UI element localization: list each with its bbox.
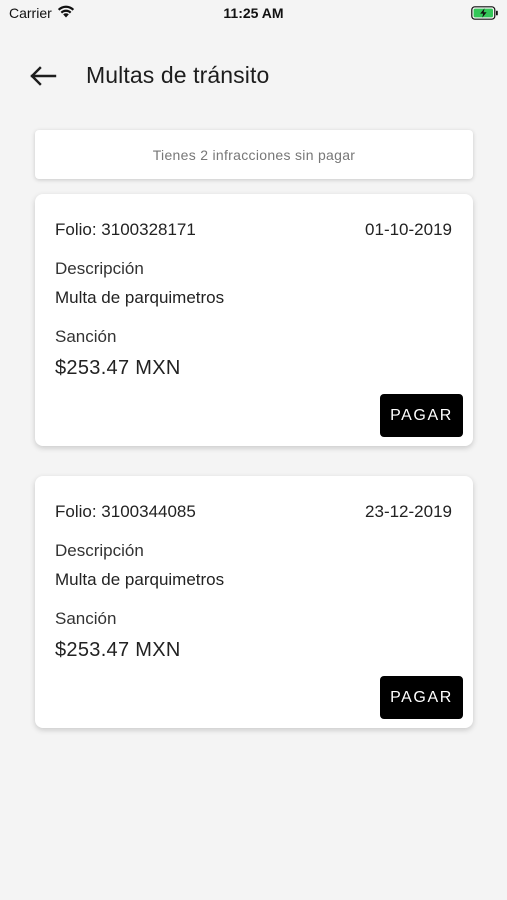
fine-card: Folio: 3100328171 01-10-2019 Descripción… xyxy=(35,194,473,446)
description-label: Descripción xyxy=(55,259,144,278)
back-button[interactable] xyxy=(26,62,60,90)
sanction-label: Sanción xyxy=(55,327,117,346)
app-header: Multas de tránsito xyxy=(0,58,507,94)
unpaid-summary-text: Tienes 2 infracciones sin pagar xyxy=(152,146,356,163)
battery-charging-icon xyxy=(471,6,499,25)
page-title: Multas de tránsito xyxy=(86,62,270,88)
status-bar: Carrier 11:25 AM xyxy=(0,0,507,28)
pay-button[interactable]: PAGAR xyxy=(380,394,463,437)
pay-button[interactable]: PAGAR xyxy=(380,676,463,719)
sanction-amount: $253.47 MXN xyxy=(55,639,181,661)
fine-date: 23-12-2019 xyxy=(365,502,452,521)
sanction-amount: $253.47 MXN xyxy=(55,357,181,379)
status-time: 11:25 AM xyxy=(223,5,284,21)
fine-folio: Folio: 3100328171 xyxy=(55,220,196,239)
description-value: Multa de parquimetros xyxy=(55,288,225,307)
arrow-left-icon xyxy=(30,66,57,86)
description-value: Multa de parquimetros xyxy=(55,570,225,589)
fine-folio: Folio: 3100344085 xyxy=(55,502,196,521)
description-label: Descripción xyxy=(55,541,144,560)
fine-date: 01-10-2019 xyxy=(365,220,452,239)
unpaid-summary-card: Tienes 2 infracciones sin pagar xyxy=(35,130,473,179)
fine-card: Folio: 3100344085 23-12-2019 Descripción… xyxy=(35,476,473,728)
sanction-label: Sanción xyxy=(55,609,117,628)
